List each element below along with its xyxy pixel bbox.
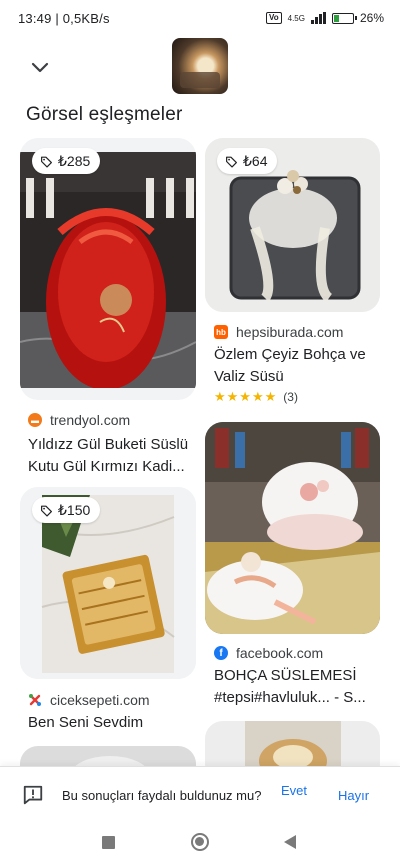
title-line-1: Ben Seni Sevdim — [28, 714, 144, 731]
result-card-facebook[interactable] — [205, 422, 380, 634]
rating-count: (3) — [283, 390, 298, 404]
result-image — [20, 152, 196, 388]
result-source[interactable]: f facebook.com — [214, 645, 323, 661]
result-card-ciceksepeti[interactable]: ₺150 — [20, 487, 196, 679]
tag-icon — [226, 156, 237, 168]
feedback-no-button[interactable]: Hayır — [338, 788, 369, 803]
chevron-down-icon[interactable] — [28, 55, 52, 79]
result-image — [205, 422, 380, 634]
home-icon[interactable] — [191, 833, 209, 851]
source-name: facebook.com — [236, 645, 324, 661]
price-badge: ₺150 — [32, 497, 101, 523]
result-source[interactable]: ▬ trendyol.com — [28, 412, 130, 428]
title-line-1: Yıldızz Gül Buketi Süslü — [28, 436, 189, 453]
rating: ★★★★★ (3) — [214, 389, 298, 405]
facebook-favicon-icon: f — [214, 646, 228, 660]
result-card-hepsiburada[interactable]: ₺64 — [205, 138, 380, 312]
price-value: ₺64 — [243, 152, 268, 169]
battery-icon — [331, 12, 357, 24]
network-label: 4.5G — [287, 13, 305, 23]
source-name: ciceksepeti.com — [50, 692, 150, 708]
price-value: ₺285 — [58, 152, 91, 169]
source-name: trendyol.com — [50, 412, 131, 428]
battery-fill — [333, 14, 339, 22]
result-source[interactable]: ciceksepeti.com — [28, 692, 150, 708]
tag-icon — [41, 505, 52, 517]
title-line-1: BOHÇA SÜSLEMESİ — [214, 667, 357, 684]
system-navigation-bar — [0, 824, 400, 866]
title-line-1: Özlem Çeyiz Bohça ve — [214, 346, 366, 363]
price-badge: ₺64 — [217, 148, 278, 174]
rating-stars: ★★★★★ — [214, 389, 278, 404]
title-line-2: #tepsi#havluluk... - S... — [214, 689, 366, 706]
query-image-thumbnail[interactable] — [172, 38, 228, 94]
back-icon[interactable] — [284, 835, 296, 849]
result-title[interactable]: BOHÇA SÜSLEMESİ #tepsi#havluluk... - S..… — [214, 665, 384, 709]
signal-icon — [310, 12, 326, 24]
battery-value: 26 — [359, 11, 374, 25]
feedback-question: Bu sonuçları faydalı buldunuz mu? — [62, 788, 262, 803]
feedback-yes-button[interactable]: Evet — [280, 783, 308, 798]
status-bar: 13:49 | 0,5KB/s Vo 4.5G 26% — [0, 0, 400, 36]
price-badge: ₺285 — [32, 148, 101, 174]
source-name: hepsiburada.com — [236, 324, 344, 340]
result-title[interactable]: Ben Seni Sevdim — [28, 712, 198, 734]
trendyol-favicon-icon: ▬ — [28, 413, 42, 427]
result-title[interactable]: Özlem Çeyiz Bohça ve Valiz Süsü — [214, 344, 384, 388]
battery-percent: 26% — [359, 11, 384, 25]
hepsiburada-favicon-icon: hb — [214, 325, 228, 339]
ciceksepeti-favicon-icon — [29, 694, 41, 706]
result-source[interactable]: hb hepsiburada.com — [214, 324, 343, 340]
page-title: Görsel eşleşmeler — [26, 104, 183, 125]
volte-icon: Vo — [265, 12, 282, 24]
title-line-2: Kutu Gül Kırmızı Kadi... — [28, 458, 185, 475]
tag-icon — [41, 156, 52, 168]
status-time-speed: 13:49 | 0,5KB/s — [18, 10, 110, 26]
result-card-trendyol[interactable]: ₺285 — [20, 138, 196, 400]
feedback-bar: Bu sonuçları faydalı buldunuz mu? Evet H… — [0, 766, 400, 824]
price-value: ₺150 — [58, 501, 91, 518]
feedback-icon — [23, 785, 43, 805]
recents-icon[interactable] — [102, 836, 115, 849]
status-icons: Vo 4.5G 26% — [265, 11, 384, 25]
result-title[interactable]: Yıldızz Gül Buketi Süslü Kutu Gül Kırmız… — [28, 434, 198, 478]
title-line-2: Valiz Süsü — [214, 368, 284, 385]
